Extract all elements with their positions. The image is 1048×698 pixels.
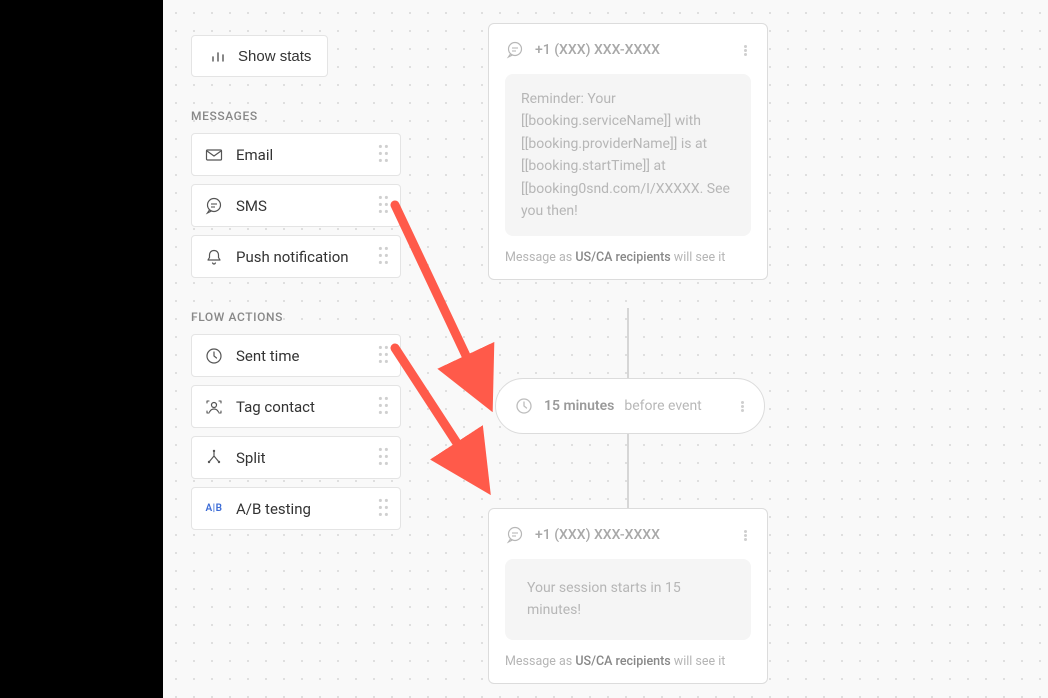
toolbox-item-label: Sent time [236, 347, 366, 365]
toolbox-item-label: Email [236, 146, 366, 164]
toolbox-item-tag-contact[interactable]: Tag contact •••••• [191, 385, 401, 428]
toolbox-item-label: Split [236, 449, 366, 467]
toolbox-item-split[interactable]: Split •••••• [191, 436, 401, 479]
node-header: +1 (XXX) XXX-XXXX [505, 40, 751, 60]
show-stats-button[interactable]: Show stats [191, 35, 328, 77]
section-header-flow-actions: FLOW ACTIONS [191, 310, 401, 324]
node-menu-button[interactable] [740, 526, 751, 545]
toolbox-item-label: Tag contact [236, 398, 366, 416]
drag-handle-icon[interactable]: •••••• [378, 447, 390, 468]
node-header: +1 (XXX) XXX-XXXX [505, 525, 751, 545]
toolbox-panel: Show stats MESSAGES Email •••••• SMS •••… [191, 35, 401, 538]
toolbox-item-email[interactable]: Email •••••• [191, 133, 401, 176]
toolbox-item-ab-testing[interactable]: A|B A/B testing •••••• [191, 487, 401, 530]
sms-preview-bubble: Reminder: Your [[booking.serviceName]] w… [505, 74, 751, 236]
drag-handle-icon[interactable]: •••••• [378, 498, 390, 519]
sms-node[interactable]: +1 (XXX) XXX-XXXX Your session starts in… [488, 508, 768, 684]
email-icon [204, 145, 224, 165]
timing-relation: before event [624, 398, 701, 414]
tag-contact-icon [204, 397, 224, 417]
node-menu-button[interactable] [737, 397, 748, 416]
toolbox-item-label: A/B testing [236, 500, 366, 518]
timing-node[interactable]: 15 minutes before event [495, 378, 765, 434]
toolbox-item-label: Push notification [236, 248, 366, 266]
drag-handle-icon[interactable]: •••••• [378, 246, 390, 267]
node-phone-number: +1 (XXX) XXX-XXXX [535, 42, 660, 58]
flow-connector [627, 308, 629, 378]
footer-prefix: Message as [505, 250, 575, 265]
push-icon [204, 247, 224, 267]
sms-preview-bubble: Your session starts in 15 minutes! [505, 559, 751, 640]
timing-value: 15 minutes [544, 398, 614, 414]
toolbox-item-push[interactable]: Push notification •••••• [191, 235, 401, 278]
node-phone-number: +1 (XXX) XXX-XXXX [535, 527, 660, 543]
drag-handle-icon[interactable]: •••••• [378, 396, 390, 417]
footer-suffix: will see it [671, 654, 726, 669]
sms-icon [505, 40, 525, 60]
sms-icon [204, 196, 224, 216]
footer-suffix: will see it [671, 250, 726, 265]
sms-node[interactable]: +1 (XXX) XXX-XXXX Reminder: Your [[booki… [488, 23, 768, 280]
section-header-messages: MESSAGES [191, 109, 401, 123]
drag-handle-icon[interactable]: •••••• [378, 144, 390, 165]
show-stats-label: Show stats [238, 48, 311, 65]
drag-handle-icon[interactable]: •••••• [378, 195, 390, 216]
clock-icon [204, 346, 224, 366]
flow-canvas[interactable]: Show stats MESSAGES Email •••••• SMS •••… [163, 0, 1048, 698]
flow-connector [627, 434, 629, 508]
sms-icon [505, 525, 525, 545]
toolbox-item-sent-time[interactable]: Sent time •••••• [191, 334, 401, 377]
drag-handle-icon[interactable]: •••••• [378, 345, 390, 366]
footer-strong: US/CA recipients [575, 654, 670, 669]
node-footer: Message as US/CA recipients will see it [505, 250, 751, 265]
bar-chart-icon [208, 46, 228, 66]
toolbox-item-label: SMS [236, 197, 366, 215]
split-icon [204, 448, 224, 468]
toolbox-item-sms[interactable]: SMS •••••• [191, 184, 401, 227]
clock-icon [514, 396, 534, 416]
footer-prefix: Message as [505, 654, 575, 669]
ab-testing-icon: A|B [204, 499, 224, 519]
node-menu-button[interactable] [740, 41, 751, 60]
footer-strong: US/CA recipients [575, 250, 670, 265]
node-footer: Message as US/CA recipients will see it [505, 654, 751, 669]
